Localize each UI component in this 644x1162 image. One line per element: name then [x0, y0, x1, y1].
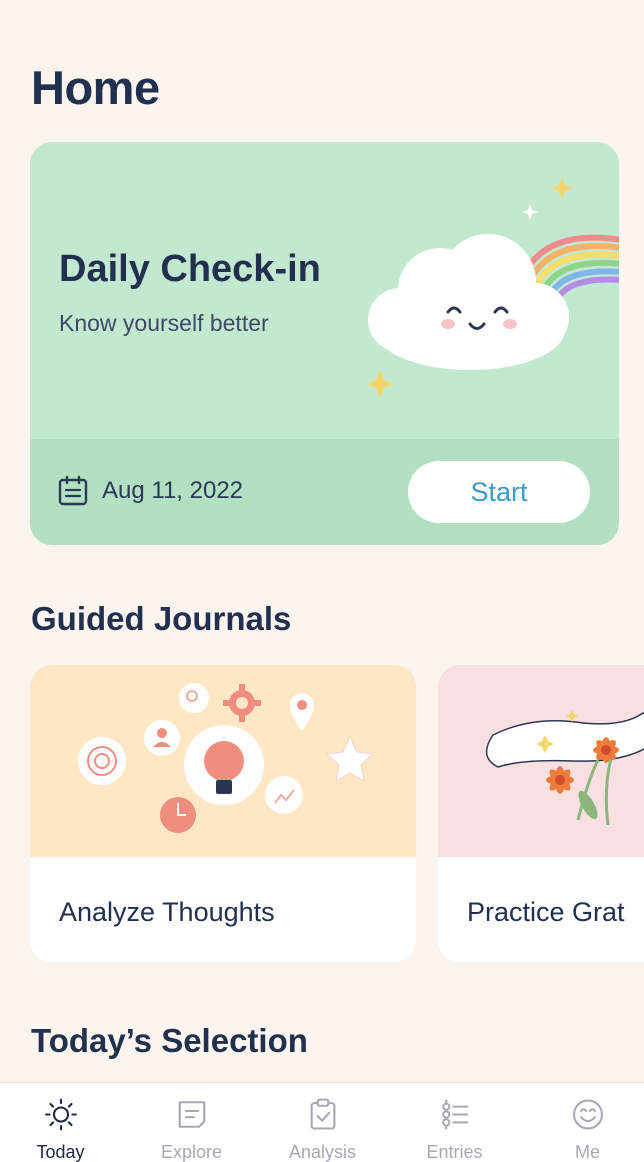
journal-card-practice-gratitude[interactable]: Practice Grat: [438, 665, 644, 962]
nav-item-analysis[interactable]: Analysis: [258, 1083, 387, 1162]
page-title: Home: [31, 61, 160, 114]
list-icon: [441, 1099, 468, 1130]
nav-label: Explore: [160, 1142, 223, 1162]
checkin-footer: Aug 11, 2022 Start: [30, 439, 619, 545]
calendar-icon: [58, 475, 88, 506]
nav-label: Today: [36, 1142, 85, 1162]
nav-label: Me: [574, 1142, 600, 1162]
todays-selection-heading: Today’s Selection: [31, 1022, 308, 1059]
nav-item-explore[interactable]: Explore: [127, 1083, 256, 1162]
nav-label: Entries: [426, 1142, 483, 1162]
guided-journals-heading: Guided Journals: [31, 600, 292, 637]
journal-card-analyze-thoughts[interactable]: Analyze Thoughts: [30, 665, 416, 962]
nav-item-today[interactable]: Today: [0, 1083, 125, 1162]
chat-bubble-icon: [178, 1101, 205, 1128]
journal-label: Practice Grat: [467, 897, 625, 927]
journal-label: Analyze Thoughts: [59, 897, 275, 927]
checkin-title: Daily Check-in: [59, 248, 321, 290]
cloud-rainbow-illustration: [366, 177, 619, 398]
nav-item-me[interactable]: Me: [523, 1083, 644, 1162]
nav-label: Analysis: [288, 1142, 357, 1162]
thoughts-illustration: [30, 665, 416, 857]
checkin-subtitle: Know yourself better: [59, 310, 269, 336]
sun-icon: [44, 1098, 77, 1131]
gratitude-illustration: [438, 665, 644, 857]
start-button[interactable]: Start: [408, 461, 590, 523]
smiley-icon: [572, 1099, 603, 1130]
checkin-date: Aug 11, 2022: [102, 477, 244, 504]
nav-item-entries[interactable]: Entries: [390, 1083, 519, 1162]
daily-checkin-card[interactable]: Daily Check-in Know yourself better Aug …: [30, 142, 619, 545]
clipboard-check-icon: [310, 1098, 335, 1130]
bottom-navigation: Today Explore Analysis Entries Me: [0, 1082, 644, 1162]
